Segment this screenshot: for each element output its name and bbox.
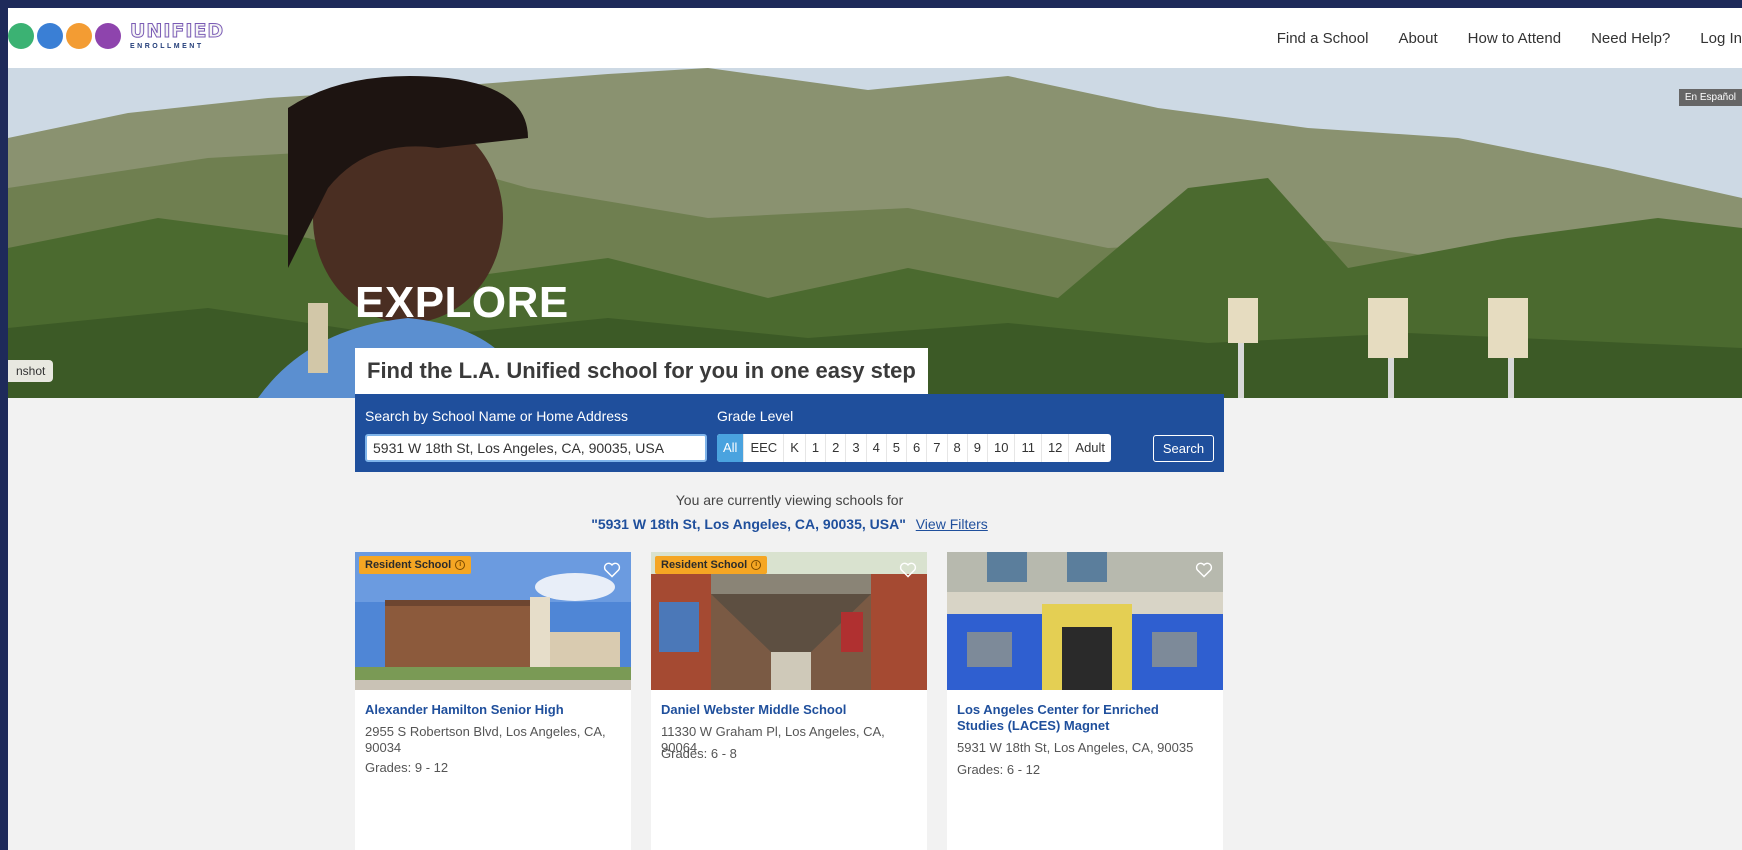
grade-option-9[interactable]: 9 xyxy=(968,434,988,462)
favorite-heart-icon[interactable] xyxy=(899,562,917,578)
logo-subtitle: ENROLLMENT xyxy=(130,43,204,50)
grade-option-k[interactable]: K xyxy=(784,434,806,462)
main-nav: Find a School About How to Attend Need H… xyxy=(1277,8,1742,68)
school-card[interactable]: Resident School i Alexander Hamilton Sen… xyxy=(355,552,631,850)
language-toggle-button[interactable]: En Español xyxy=(1678,89,1742,106)
school-grades: Grades: 6 - 12 xyxy=(957,762,1041,777)
logo-at-icon xyxy=(95,23,121,49)
logo-tree-icon xyxy=(8,23,34,49)
school-name[interactable]: Alexander Hamilton Senior High xyxy=(365,702,615,718)
grade-level-label: Grade Level xyxy=(717,408,794,424)
grade-option-11[interactable]: 11 xyxy=(1015,434,1042,462)
favorite-heart-icon[interactable] xyxy=(603,562,621,578)
grade-option-eec[interactable]: EEC xyxy=(744,434,785,462)
search-panel: Search by School Name or Home Address Gr… xyxy=(355,394,1224,472)
school-card[interactable]: Resident School i Daniel Webster Middle … xyxy=(651,552,927,850)
grade-option-1[interactable]: 1 xyxy=(806,434,827,462)
grade-option-7[interactable]: 7 xyxy=(927,434,948,462)
snapshot-tab[interactable]: nshot xyxy=(8,360,54,382)
school-photo: Resident School i xyxy=(651,552,927,690)
grade-level-selector: All EEC K 1 2 3 4 5 6 7 8 9 10 11 12 Adu… xyxy=(717,434,1112,462)
logo-person-icon xyxy=(37,23,63,49)
info-icon[interactable]: i xyxy=(751,560,762,570)
search-label: Search by School Name or Home Address xyxy=(365,408,629,424)
nav-log-in[interactable]: Log In xyxy=(1700,30,1742,47)
school-photo xyxy=(947,552,1223,690)
grade-option-5[interactable]: 5 xyxy=(887,434,908,462)
viewing-text: You are currently viewing schools for xyxy=(675,492,904,508)
grade-option-3[interactable]: 3 xyxy=(846,434,867,462)
hero-banner: En Español nshot EXPLORE Find the L.A. U… xyxy=(8,68,1742,398)
current-address: "5931 W 18th St, Los Angeles, CA, 90035,… xyxy=(591,516,906,532)
search-button[interactable]: Search xyxy=(1153,435,1214,462)
site-logo[interactable]: UNIFIED ENROLLMENT xyxy=(8,20,225,50)
nav-find-a-school[interactable]: Find a School xyxy=(1277,30,1369,47)
school-grades: Grades: 6 - 8 xyxy=(661,746,737,761)
hero-title: EXPLORE xyxy=(355,278,569,327)
nav-about[interactable]: About xyxy=(1398,30,1437,47)
grade-option-adult[interactable]: Adult xyxy=(1069,434,1111,462)
nav-need-help[interactable]: Need Help? xyxy=(1591,30,1670,47)
info-icon[interactable]: i xyxy=(455,560,466,570)
page: UNIFIED ENROLLMENT Find a School About H… xyxy=(8,8,1742,850)
logo-flower-icon xyxy=(66,23,92,49)
grade-option-4[interactable]: 4 xyxy=(867,434,887,462)
nav-how-to-attend[interactable]: How to Attend xyxy=(1468,30,1561,47)
logo-wordmark: UNIFIED xyxy=(129,20,225,42)
site-header: UNIFIED ENROLLMENT Find a School About H… xyxy=(8,8,1742,68)
school-card[interactable]: Los Angeles Center for Enriched Studies … xyxy=(947,552,1223,850)
favorite-heart-icon[interactable] xyxy=(1195,562,1213,578)
school-address: 5931 W 18th St, Los Angeles, CA, 90035 xyxy=(957,740,1194,755)
school-grades: Grades: 9 - 12 xyxy=(365,760,449,775)
resident-school-badge: Resident School i xyxy=(359,556,472,574)
school-name[interactable]: Daniel Webster Middle School xyxy=(661,702,911,718)
search-input[interactable] xyxy=(365,434,707,462)
grade-option-10[interactable]: 10 xyxy=(988,434,1016,462)
grade-option-2[interactable]: 2 xyxy=(826,434,847,462)
view-filters-link[interactable]: View Filters xyxy=(916,516,988,532)
school-address: 2955 S Robertson Blvd, Los Angeles, CA, … xyxy=(365,724,606,755)
hero-tagline: Find the L.A. Unified school for you in … xyxy=(355,348,928,394)
grade-option-all[interactable]: All xyxy=(717,434,745,462)
resident-school-badge: Resident School i xyxy=(655,556,768,574)
grade-option-12[interactable]: 12 xyxy=(1042,434,1070,462)
grade-option-8[interactable]: 8 xyxy=(948,434,968,462)
current-address-line: "5931 W 18th St, Los Angeles, CA, 90035,… xyxy=(355,516,1224,532)
grade-option-6[interactable]: 6 xyxy=(907,434,928,462)
school-name[interactable]: Los Angeles Center for Enriched Studies … xyxy=(957,702,1207,734)
school-photo: Resident School i xyxy=(355,552,631,690)
